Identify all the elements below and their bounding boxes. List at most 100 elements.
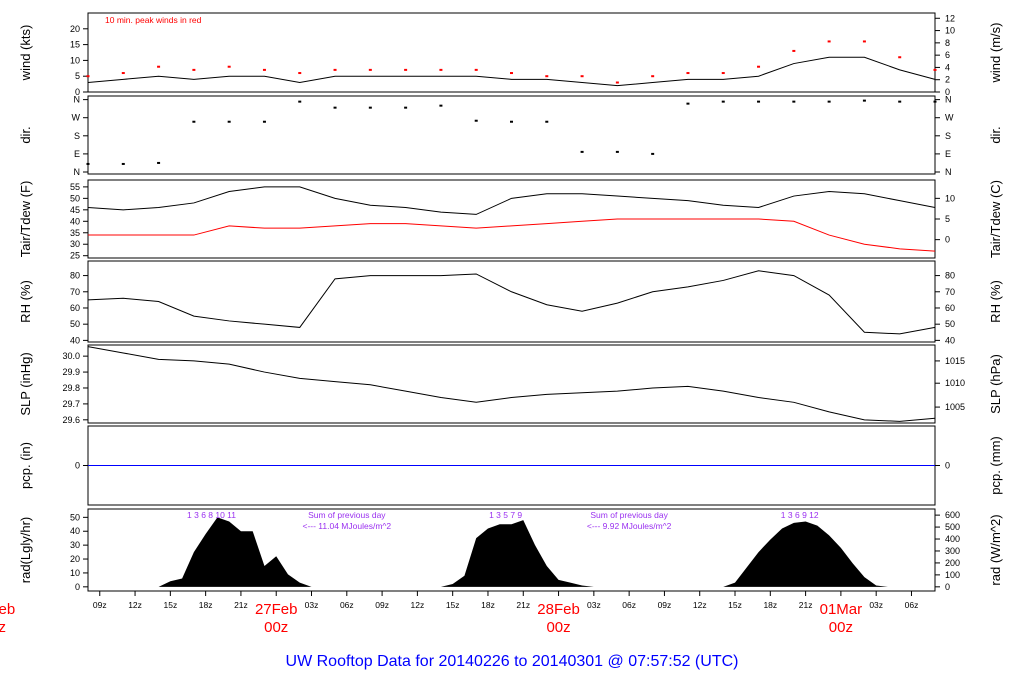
temp-ylabel: Tair/Tdew (F) bbox=[18, 181, 33, 258]
wind-peak-point bbox=[721, 72, 725, 75]
rh-panel-frame bbox=[87, 260, 936, 343]
dir-direction-point bbox=[898, 100, 902, 103]
x-tick-label: 06z bbox=[622, 600, 636, 610]
x-tick-label: 18z bbox=[481, 600, 495, 610]
slp-ytick-label: 29.7 bbox=[62, 399, 80, 409]
x-tick-label: 12z bbox=[693, 600, 707, 610]
wind-peak-point bbox=[298, 72, 302, 75]
dir-direction-point bbox=[121, 162, 125, 165]
x-tick-label: 03z bbox=[305, 600, 319, 610]
x-date-label: 28Feb bbox=[537, 601, 580, 618]
daily-sum-label: Sum of previous day bbox=[308, 510, 386, 520]
pcp-ylabel-right: pcp. (mm) bbox=[988, 436, 1003, 495]
temp-rtick-label: 10 bbox=[945, 193, 955, 203]
rh-ytick-label: 60 bbox=[70, 303, 80, 313]
rad-rtick-label: 200 bbox=[945, 558, 960, 568]
dir-direction-point bbox=[298, 100, 302, 103]
slp-ytick-label: 29.9 bbox=[62, 367, 80, 377]
rh-ytick-label: 70 bbox=[70, 287, 80, 297]
pcp-rtick-label: 0 bbox=[945, 461, 950, 471]
wind-peak-point bbox=[333, 68, 337, 71]
wind-rtick-label: 2 bbox=[945, 75, 950, 85]
wind-peak-point bbox=[792, 49, 796, 52]
dir-direction-point bbox=[439, 104, 443, 107]
local-hour-labels: 1 3 6 9 12 bbox=[781, 510, 819, 520]
wind-peak-point bbox=[157, 65, 161, 68]
dir-direction-point bbox=[474, 119, 478, 122]
wind-panel-frame bbox=[87, 12, 936, 93]
temp-Tdew-line bbox=[88, 218, 936, 252]
dir-panel-frame bbox=[87, 95, 936, 175]
dir-direction-point bbox=[368, 106, 372, 109]
dir-direction-point bbox=[86, 162, 90, 165]
dir-direction-point bbox=[651, 152, 655, 155]
rad-ytick-label: 0 bbox=[75, 582, 80, 592]
wind-peak-point bbox=[615, 81, 619, 84]
wind-peak-point bbox=[439, 68, 443, 71]
dir-direction-point bbox=[262, 120, 266, 123]
x-tick-label: 09z bbox=[93, 600, 107, 610]
rh-ytick-label: 80 bbox=[70, 271, 80, 281]
wind-peak-point bbox=[510, 72, 513, 75]
x-tick-label: 21z bbox=[234, 600, 248, 610]
wind-ytick-label: 15 bbox=[70, 40, 80, 50]
wind-peak-point bbox=[898, 56, 902, 59]
rh-RH-line bbox=[87, 270, 936, 335]
wind-peak-point bbox=[933, 68, 937, 71]
dir-ytick-label: E bbox=[74, 149, 80, 159]
rad-rtick-label: 100 bbox=[945, 570, 960, 580]
rh-rtick-label: 80 bbox=[945, 271, 955, 281]
slp-ytick-label: 29.8 bbox=[62, 383, 80, 393]
rad-rtick-label: 300 bbox=[945, 546, 960, 556]
rad-rtick-label: 600 bbox=[945, 510, 960, 520]
rh-rtick-label: 60 bbox=[945, 303, 955, 313]
rh-ytick-label: 40 bbox=[70, 335, 80, 345]
wind-peak-point bbox=[686, 72, 690, 75]
wind-peak-point bbox=[580, 75, 584, 78]
local-hour-labels: 1 3 5 7 9 bbox=[489, 510, 522, 520]
temp-ytick-label: 45 bbox=[70, 205, 80, 215]
x-tick-label: 12z bbox=[128, 600, 142, 610]
rh-ytick-label: 50 bbox=[70, 319, 80, 329]
temp-ytick-label: 50 bbox=[70, 193, 80, 203]
rad-rtick-label: 500 bbox=[945, 522, 960, 532]
dir-direction-point bbox=[580, 150, 584, 153]
wind-peak-point bbox=[651, 75, 655, 78]
wind-rtick-label: 12 bbox=[945, 13, 955, 23]
dir-direction-point bbox=[545, 120, 549, 123]
temp-ytick-label: 40 bbox=[70, 216, 80, 226]
dir-direction-point bbox=[404, 106, 408, 109]
x-date-label: 27Feb bbox=[255, 601, 298, 618]
dir-ytick-label: W bbox=[72, 113, 81, 123]
x-tick-label: 21z bbox=[799, 600, 813, 610]
rad-ytick-label: 20 bbox=[70, 554, 80, 564]
slp-ylabel-right: SLP (hPa) bbox=[988, 354, 1003, 414]
chart-title: UW Rooftop Data for 20140226 to 20140301… bbox=[286, 653, 739, 670]
rh-rtick-label: 50 bbox=[945, 319, 955, 329]
peak-wind-note: 10 min. peak winds in red bbox=[105, 15, 202, 25]
dir-direction-point bbox=[792, 100, 796, 103]
slp-ylabel: SLP (inHg) bbox=[18, 352, 33, 415]
wind-peak-point bbox=[86, 75, 90, 78]
x-tick-label: 18z bbox=[199, 600, 213, 610]
slp-panel-frame bbox=[87, 344, 936, 424]
rad-ylabel: rad(Lgly/hr) bbox=[18, 517, 33, 583]
dir-direction-point bbox=[933, 100, 937, 103]
dir-ylabel: dir. bbox=[18, 126, 33, 143]
rad-radiation-area bbox=[88, 517, 935, 587]
dir-rtick-label: E bbox=[945, 149, 951, 159]
rad-rtick-label: 400 bbox=[945, 534, 960, 544]
wind-rtick-label: 8 bbox=[945, 38, 950, 48]
temp-ylabel-right: Tair/Tdew (C) bbox=[988, 180, 1003, 258]
x-tick-label: 03z bbox=[587, 600, 601, 610]
x-date-sublabel: 00z bbox=[264, 619, 288, 636]
rad-ytick-label: 50 bbox=[70, 512, 80, 522]
dir-direction-point bbox=[157, 161, 161, 164]
x-tick-label: 09z bbox=[375, 600, 389, 610]
wind-ylabel-right: wind (m/s) bbox=[988, 23, 1003, 84]
slp-ytick-label: 30.0 bbox=[62, 351, 80, 361]
wind-peak-point bbox=[757, 65, 761, 68]
dir-rtick-label: W bbox=[945, 113, 954, 123]
pcp-ytick-label: 0 bbox=[75, 461, 80, 471]
wind-wind-line bbox=[87, 56, 936, 87]
